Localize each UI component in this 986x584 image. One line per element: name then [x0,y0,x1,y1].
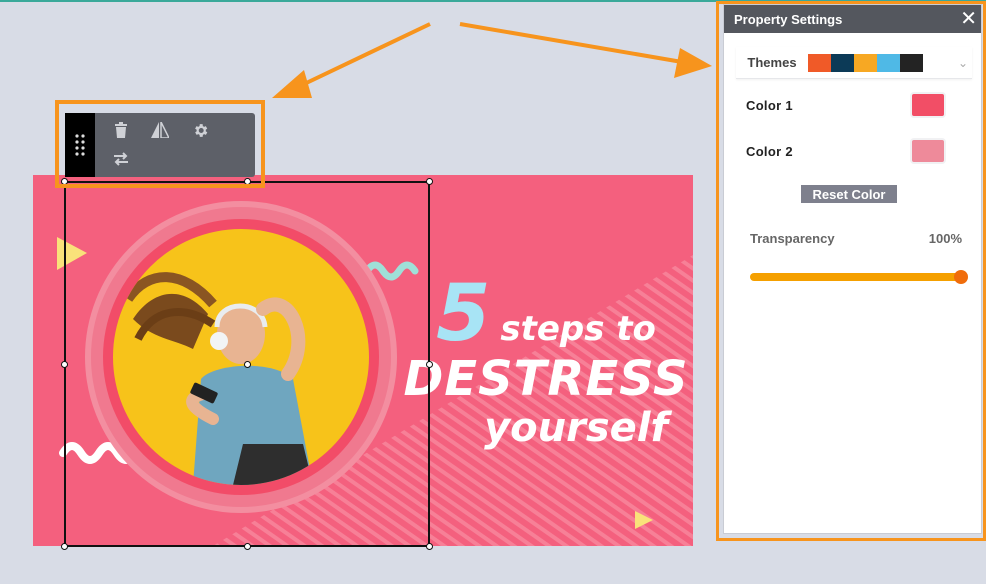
trash-icon[interactable] [107,117,135,143]
selection-box[interactable] [61,178,433,550]
themes-dropdown[interactable]: Themes ⌄ [736,47,972,79]
headline-number: 5 [436,269,491,359]
color-1-row: Color 1 [746,91,946,119]
color-1-label: Color 1 [746,97,793,113]
close-icon[interactable]: ✕ [960,9,977,29]
theme-swatch [900,53,923,72]
resize-handle-e[interactable] [426,361,433,368]
resize-handle-center[interactable] [244,361,251,368]
headline-tail: yourself [484,405,668,451]
headline-main: DESTRESS [403,351,689,407]
color-2-label: Color 2 [746,143,793,159]
transparency-value: 100% [928,231,962,246]
property-settings-panel: Property Settings ✕ Themes ⌄ Color 1 Col… [723,4,982,534]
slider-thumb[interactable] [954,270,968,284]
panel-header: Property Settings ✕ [724,5,981,33]
theme-swatch [808,53,831,72]
theme-swatch [877,53,900,72]
resize-handle-s[interactable] [244,543,251,550]
chevron-down-icon[interactable]: ⌄ [958,56,968,70]
themes-label: Themes [747,55,797,70]
panel-title: Property Settings [734,11,843,27]
headline-steps: steps to [500,309,656,349]
theme-swatches [808,53,923,72]
resize-handle-se[interactable] [426,543,433,550]
theme-swatch [854,53,877,72]
color-2-row: Color 2 [746,137,946,165]
transparency-label: Transparency [750,231,835,246]
theme-swatch [831,53,854,72]
reset-color-button[interactable]: Reset Color [801,185,897,203]
transparency-row: Transparency 100% [750,231,962,246]
floating-toolbar [65,113,255,177]
resize-handle-ne[interactable] [426,178,433,185]
color-2-picker[interactable] [910,138,946,164]
headline-text[interactable]: 5 steps to DESTRESS yourself [401,275,691,451]
swap-icon[interactable] [107,146,135,172]
resize-handle-w[interactable] [61,361,68,368]
resize-handle-sw[interactable] [61,543,68,550]
drag-handle-icon[interactable] [65,113,95,177]
transparency-slider[interactable] [750,270,968,284]
gear-icon[interactable] [186,117,214,143]
flip-icon[interactable] [146,117,174,143]
color-1-picker[interactable] [910,92,946,118]
